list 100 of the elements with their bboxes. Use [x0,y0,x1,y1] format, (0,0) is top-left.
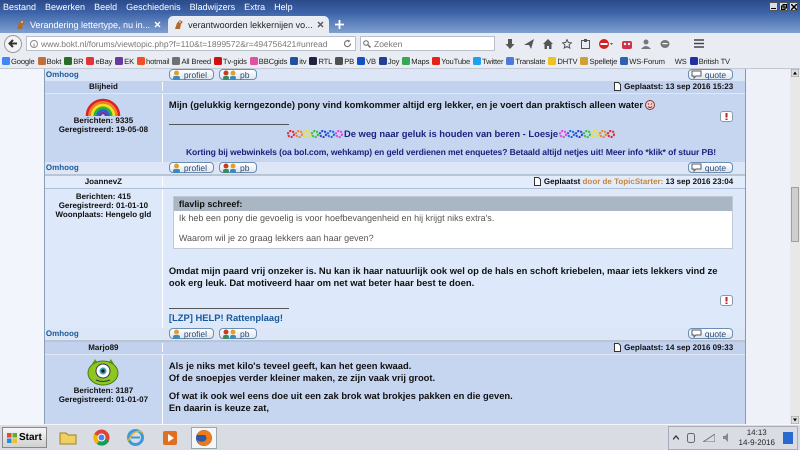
back-to-top-link[interactable]: Omhoog [44,70,79,80]
play-icon [162,430,178,446]
quote-text: Ik heb een pony die gevoelig is voor hoefbevangenheid en hij krijgt niks extra's. [178,212,496,224]
menu-item[interactable]: Extra [244,2,266,12]
speech-bubble-icon [690,70,702,80]
device-icon [686,432,695,442]
chevron-up-icon [672,435,679,440]
post-date: Geplaatst door de TopicStarter: 13 sep 2016 23:04 [544,177,734,186]
author-name: Marjo89 [87,343,120,352]
profile-button[interactable]: profiel [168,162,214,174]
menu-item[interactable]: Help [274,2,293,12]
globe-logo-icon [194,428,213,446]
author-stat: Berichten: 3187 [74,386,134,395]
menu-item[interactable]: Bestand [3,2,36,12]
flowers-drawing [559,130,616,138]
menu-item[interactable]: Bewerken [45,2,86,12]
message-button[interactable]: pb [219,69,257,80]
restore-button[interactable] [779,2,788,11]
speech-bubble-icon [690,163,702,172]
close-button[interactable] [789,2,798,11]
signature-text: Korting bij webwinkels (oa bol.com, wehkamp) en geld verdienen met enquetes? Betaald altijd netjes uit! Meer info *klik* of stuur PB! [184,146,718,158]
back-to-top-link[interactable]: Omhoog [44,329,79,338]
person-icon [172,328,181,339]
taskbar-app-button[interactable] [190,426,217,448]
menu-icon [694,39,704,48]
search-field[interactable]: Zoeken [360,36,495,51]
person-icon [172,70,181,80]
message-button[interactable]: pb [219,162,257,174]
page-icon [614,343,622,352]
stop-sign-icon [599,38,613,48]
back-button[interactable] [4,34,22,52]
flowers-drawing [286,130,343,138]
people-icon [222,162,238,173]
info-icon [30,40,38,48]
browser-tab[interactable]: verantwoorden lekkernijen vo... [168,16,329,33]
speaker-icon [722,433,731,442]
profile-button[interactable]: profiel [168,328,214,340]
person-icon [641,38,651,48]
signal-icon [702,434,715,442]
quote-button[interactable]: quote [688,328,734,340]
post-text: Mijn (gelukkig kerngezonde) pony vind komkommer altijd erg lekker, en je voert dan praktisch alleen water [168,98,734,111]
quote-text: Waarom wil je zo graag lekkers aan haar geven? [178,232,375,244]
clock-time: 14:13 [746,428,767,438]
menu-item[interactable]: Geschiedenis [126,2,181,12]
back-to-top-link[interactable]: Omhoog [44,163,79,172]
author-stat: Geregistreerd: 01-01-07 [58,395,148,404]
windows-flag-icon [7,432,17,442]
close-icon [154,21,162,28]
clipboard-icon [581,38,590,48]
quote-button[interactable]: quote [688,162,734,174]
paper-plane-icon [524,38,534,48]
author-stat: Geregistreerd: 19-05-08 [58,124,148,134]
letter-e-icon [127,429,144,446]
post-date: Geplaatst: 13 sep 2016 15:23 [624,82,734,92]
report-button[interactable] [720,294,734,306]
home-icon [543,38,553,48]
author-stat: Geregistreerd: 01-01-10 [58,200,148,210]
menu-item[interactable]: Bladwijzers [190,2,236,12]
menu-item[interactable]: Beeld [94,2,118,12]
report-button[interactable] [720,110,734,122]
clock-date: 14-9-2016 [738,438,775,448]
author-stat: Berichten: 9335 [74,116,134,125]
author-stat: Berichten: 415 [76,192,131,201]
signature-link[interactable]: [LZP] HELP! Rattenplaag! [168,312,283,323]
folder-icon [58,430,77,445]
page-icon [614,82,622,92]
people-icon [222,70,238,80]
ring-logo-icon [93,429,110,446]
star-icon [562,38,572,48]
signature-motto: De weg naar geluk is houden van beren - Loesje [344,128,558,140]
close-icon [790,4,796,10]
back-arrow-icon [8,39,18,48]
close-icon [316,21,324,28]
minimize-button[interactable] [769,2,778,11]
scrollbar-thumb[interactable] [791,187,800,242]
author-name: JoannevZ [84,177,124,186]
address-field[interactable]: www.bokt.nl/forums/viewtopic.php?f=110&t=1899572&r=494756421#unread [26,36,356,51]
post-text: Of wat ik ook wel eens doe uit een zak brok wat brokjes pakken en die geven. En daarin is keuze zat, [168,390,514,414]
search-icon [363,40,371,48]
reload-icon [343,39,352,48]
message-button[interactable]: pb [219,328,257,340]
restore-icon [780,4,786,10]
person-icon [172,162,181,173]
new-tab-icon[interactable] [334,20,344,29]
profile-button[interactable]: profiel [168,69,214,80]
people-icon [222,328,238,339]
quote-button[interactable]: quote [688,69,734,80]
post-text: Als je niks met kilo's teveel geeft, kan het geen kwaad. Of de snoepjes verder kleiner maken, ze zijn vaak vrij groot. [168,360,436,384]
browser-tab[interactable]: Verandering lettertype, nu in... [10,16,166,33]
speech-bubble-icon [690,329,702,338]
rainbow-icon [85,96,122,116]
exclamation-icon [725,112,728,120]
robot-face-icon [622,38,632,48]
author-name: Blijheid [88,82,119,92]
quote-author: flavlip schreef: [174,196,732,211]
one-eyed-monster-icon [87,358,120,386]
download-icon [505,38,515,48]
author-stat: Woonplaats: Hengelo gld [55,210,152,219]
exclamation-icon [725,296,728,304]
start-button[interactable]: Start [2,427,47,448]
